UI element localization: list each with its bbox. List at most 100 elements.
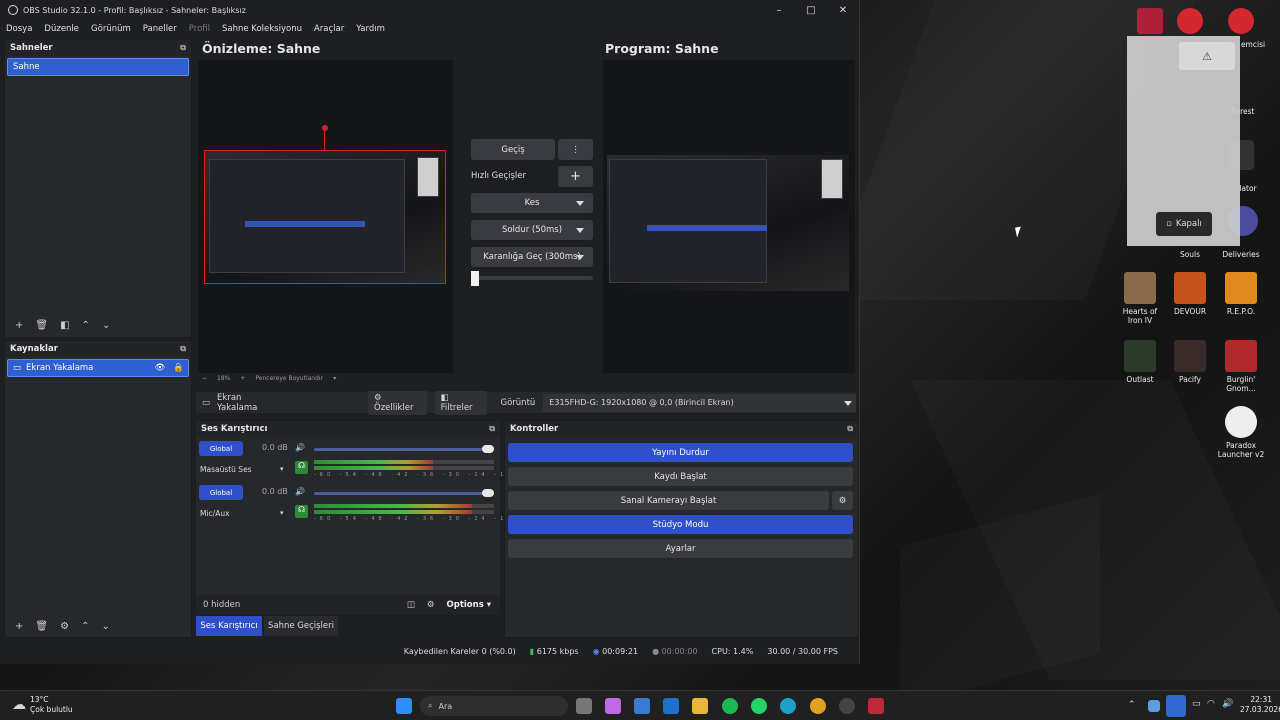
undock-icon[interactable]: ⧉ <box>847 424 853 434</box>
settings-button[interactable]: Ayarlar <box>508 539 853 558</box>
desktop-icon[interactable]: Paradox Launcher v2 <box>1216 406 1266 459</box>
weather-widget[interactable]: ☁ 13°C Çok bulutlu <box>12 695 73 715</box>
outlook-icon[interactable] <box>663 698 679 714</box>
microphone-icon[interactable] <box>1166 695 1186 717</box>
source-item[interactable]: ▭ Ekran Yakalama 👁 🔒 <box>7 359 189 377</box>
desktop-icon[interactable]: Burglin' Gnom... <box>1216 340 1266 393</box>
arrow-up-icon[interactable]: ⌃ <box>81 621 89 632</box>
headphones-icon[interactable]: ☊ <box>295 505 308 518</box>
start-record-button[interactable]: Kaydı Başlat <box>508 467 853 486</box>
headphones-icon[interactable]: ☊ <box>295 461 308 474</box>
menu-scene-collection[interactable]: Sahne Koleksiyonu <box>222 24 302 34</box>
properties-button[interactable]: ⚙ Özellikler <box>368 390 427 415</box>
global-badge[interactable]: Global <box>199 441 243 456</box>
transition-button[interactable]: Geçiş <box>471 139 555 160</box>
chevron-down-icon[interactable]: ▾ <box>280 465 284 473</box>
menu-docks[interactable]: Paneller <box>143 24 177 34</box>
gear-icon[interactable]: ⚙ <box>60 621 69 632</box>
preview-canvas[interactable] <box>198 60 453 373</box>
tbar-track[interactable] <box>471 276 593 280</box>
arrow-up-icon[interactable]: ⌃ <box>82 320 90 331</box>
options-button[interactable]: Options ▾ <box>447 600 491 610</box>
obs-icon[interactable] <box>839 698 855 714</box>
zoom-fit[interactable]: Pencereye Boyutlandır <box>255 375 323 382</box>
menu-tools[interactable]: Araçlar <box>314 24 344 34</box>
virtual-camera-button[interactable]: Sanal Kamerayı Başlat <box>508 491 829 510</box>
menu-edit[interactable]: Düzenle <box>44 24 79 34</box>
scene-item[interactable]: Sahne <box>7 58 189 76</box>
quick-transition-cut[interactable]: Kes <box>471 193 593 213</box>
tbar-handle[interactable] <box>471 271 479 286</box>
desktop-icon[interactable] <box>1216 8 1266 37</box>
chrome-icon[interactable] <box>810 698 826 714</box>
undock-icon[interactable]: ⧉ <box>489 424 495 434</box>
tab-scene-transitions[interactable]: Sahne Geçişleri <box>264 616 338 636</box>
search-box[interactable]: ⌕ Ara <box>420 696 568 716</box>
chevron-down-icon[interactable]: ▾ <box>280 509 284 517</box>
windows-start-icon[interactable] <box>396 698 412 714</box>
whatsapp-icon[interactable] <box>751 698 767 714</box>
stop-stream-button[interactable]: Yayını Durdur <box>508 443 853 462</box>
zoom-in-icon[interactable]: + <box>240 375 245 382</box>
task-view-icon[interactable] <box>576 698 592 714</box>
trash-icon[interactable]: 🗑 <box>35 320 48 331</box>
file-explorer-icon[interactable] <box>692 698 708 714</box>
volume-icon[interactable]: 🔊 <box>1222 699 1233 709</box>
desktop-icon[interactable]: Outlast <box>1115 340 1165 384</box>
preview-source[interactable] <box>204 150 446 284</box>
zoom-out-icon[interactable]: − <box>202 375 207 382</box>
speaker-icon[interactable]: 🔊 <box>295 487 305 496</box>
quick-transition-fade-black[interactable]: Karanlığa Geç (300ms) <box>471 247 593 267</box>
desktop-icon[interactable]: Pacify <box>1165 340 1215 384</box>
filter-icon[interactable]: ◧ <box>60 320 69 331</box>
arrow-down-icon[interactable]: ⌄ <box>101 621 109 632</box>
minimize-button[interactable]: – <box>763 5 795 16</box>
menu-help[interactable]: Yardım <box>356 24 385 34</box>
desktop-icon[interactable]: R.E.P.O. <box>1216 272 1266 316</box>
menu-view[interactable]: Görünüm <box>91 24 131 34</box>
filters-button[interactable]: ◧ Filtreler <box>434 390 487 415</box>
lock-icon[interactable]: 🔒 <box>173 363 184 373</box>
desktop-icon[interactable]: DEVOUR <box>1165 272 1215 316</box>
volume-knob[interactable] <box>482 445 494 453</box>
display-icon[interactable]: ▭ <box>1192 699 1201 709</box>
studio-mode-button[interactable]: Stüdyo Modu <box>508 515 853 534</box>
volume-slider[interactable] <box>314 448 492 451</box>
clock[interactable]: 22:31 27.03.2026 <box>1240 695 1280 715</box>
undock-icon[interactable]: ⧉ <box>180 43 186 53</box>
maximize-button[interactable]: □ <box>795 5 827 16</box>
undock-icon[interactable]: ⧉ <box>180 344 186 354</box>
rotation-handle[interactable] <box>322 125 328 131</box>
chevron-down-icon[interactable]: ▾ <box>333 375 336 382</box>
virtual-camera-settings-button[interactable]: ⚙ <box>832 491 853 510</box>
desktop-icon[interactable]: Hearts of Iron IV <box>1115 272 1165 325</box>
tab-audio-mixer[interactable]: Ses Karıştırıcı <box>196 616 262 636</box>
edge-icon[interactable] <box>780 698 796 714</box>
app-icon[interactable] <box>868 698 884 714</box>
settings-icon[interactable]: ⚙ <box>427 600 435 610</box>
close-button[interactable]: ✕ <box>827 5 859 16</box>
spotify-icon[interactable] <box>722 698 738 714</box>
menu-file[interactable]: Dosya <box>6 24 32 34</box>
desktop-icon[interactable] <box>1165 8 1215 37</box>
network-app-icon[interactable] <box>1148 700 1160 712</box>
copilot-icon[interactable] <box>605 698 621 714</box>
quick-transition-fade[interactable]: Soldur (50ms) <box>471 220 593 240</box>
menu-profile[interactable]: Profil <box>189 24 210 34</box>
layout-icon[interactable]: ◫ <box>407 600 415 610</box>
arrow-down-icon[interactable]: ⌄ <box>102 320 110 331</box>
volume-slider[interactable] <box>314 492 492 495</box>
trash-icon[interactable]: 🗑 <box>35 621 48 632</box>
eye-icon[interactable]: 👁 <box>155 363 166 373</box>
tray-chevron-icon[interactable]: ⌃ <box>1128 700 1136 710</box>
transition-menu-button[interactable]: ⋮ <box>558 139 593 160</box>
wifi-icon[interactable]: ◠ <box>1207 699 1215 709</box>
display-select[interactable]: E315FHD-G: 1920x1080 @ 0,0 (Birincil Ekr… <box>543 393 856 412</box>
add-quick-transition-button[interactable]: + <box>558 166 593 187</box>
speaker-icon[interactable]: 🔊 <box>295 443 305 452</box>
store-icon[interactable] <box>634 698 650 714</box>
volume-knob[interactable] <box>482 489 494 497</box>
camera-off-button[interactable]: ▫ Kapalı <box>1156 212 1212 236</box>
global-badge[interactable]: Global <box>199 485 243 500</box>
add-icon[interactable]: + <box>15 320 23 331</box>
